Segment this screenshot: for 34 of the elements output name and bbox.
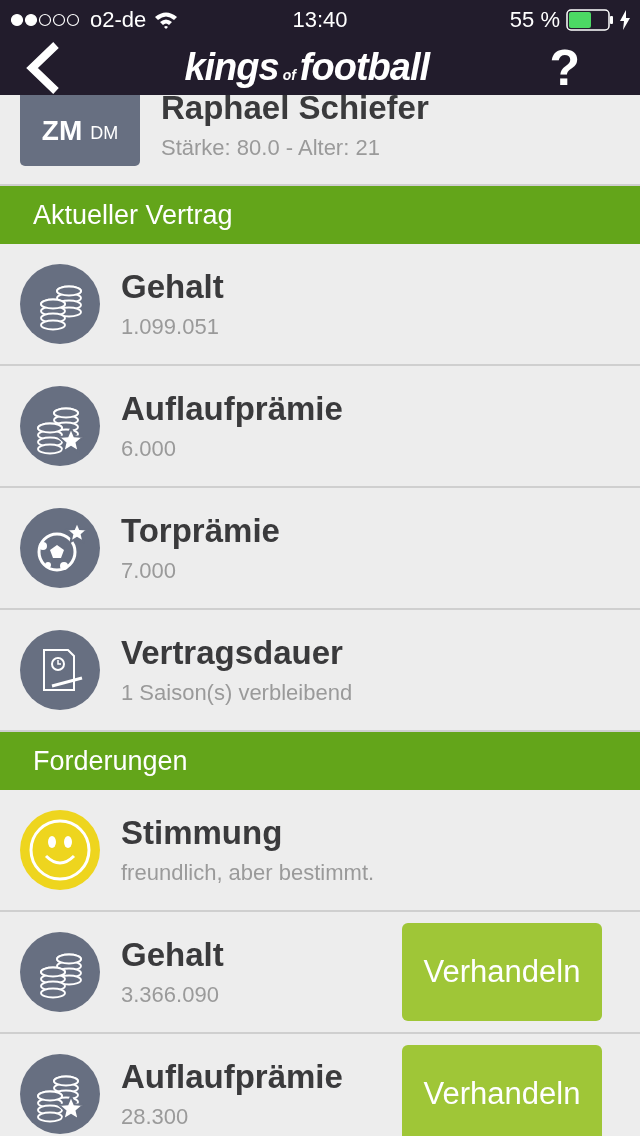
item-value: 28.300 [121, 1104, 190, 1130]
coins-icon [20, 264, 100, 344]
item-title: Torprämie [121, 512, 281, 550]
wifi-icon [154, 11, 179, 29]
item-title: Gehalt [121, 268, 225, 306]
item-value: 7.000 [121, 558, 178, 584]
section-header: Forderungen [0, 732, 640, 790]
app-logo: kings of football [184, 46, 430, 89]
item-title: Gehalt [121, 936, 225, 974]
item-title: Stimmung [121, 814, 284, 852]
item-value: 6.000 [121, 436, 178, 462]
contract-icon [20, 630, 100, 710]
item-title: Vertragsdauer [121, 634, 344, 672]
item-value: 1 Saison(s) verbleibend [121, 680, 354, 706]
item-value: 3.366.090 [121, 982, 220, 1008]
negotiate-button[interactable]: Verhandeln [402, 923, 602, 1021]
coins-icon [20, 932, 100, 1012]
player-details: Stärke: 80.0 - Alter: 21 [161, 135, 381, 161]
help-button[interactable]: ? [549, 42, 580, 93]
item-title: Auflaufprämie [121, 1058, 344, 1096]
player-name: Raphael Schiefer [161, 95, 429, 127]
section-header: Aktueller Vertrag [0, 186, 640, 244]
item-value: freundlich, aber bestimmt. [121, 860, 376, 886]
clock-time: 13:40 [292, 7, 348, 33]
battery-percent: 55 % [509, 7, 560, 33]
signal-icon [10, 13, 82, 27]
item-title: Auflaufprämie [121, 390, 344, 428]
item-value: 1.099.051 [121, 314, 220, 340]
position-label: ZM [41, 114, 83, 147]
smiley-icon [20, 810, 100, 890]
battery-icon [566, 9, 614, 31]
secondary-position-label: DM [90, 123, 119, 144]
carrier-name: o2-de [90, 7, 147, 33]
negotiate-button[interactable]: Verhandeln [402, 1045, 602, 1136]
